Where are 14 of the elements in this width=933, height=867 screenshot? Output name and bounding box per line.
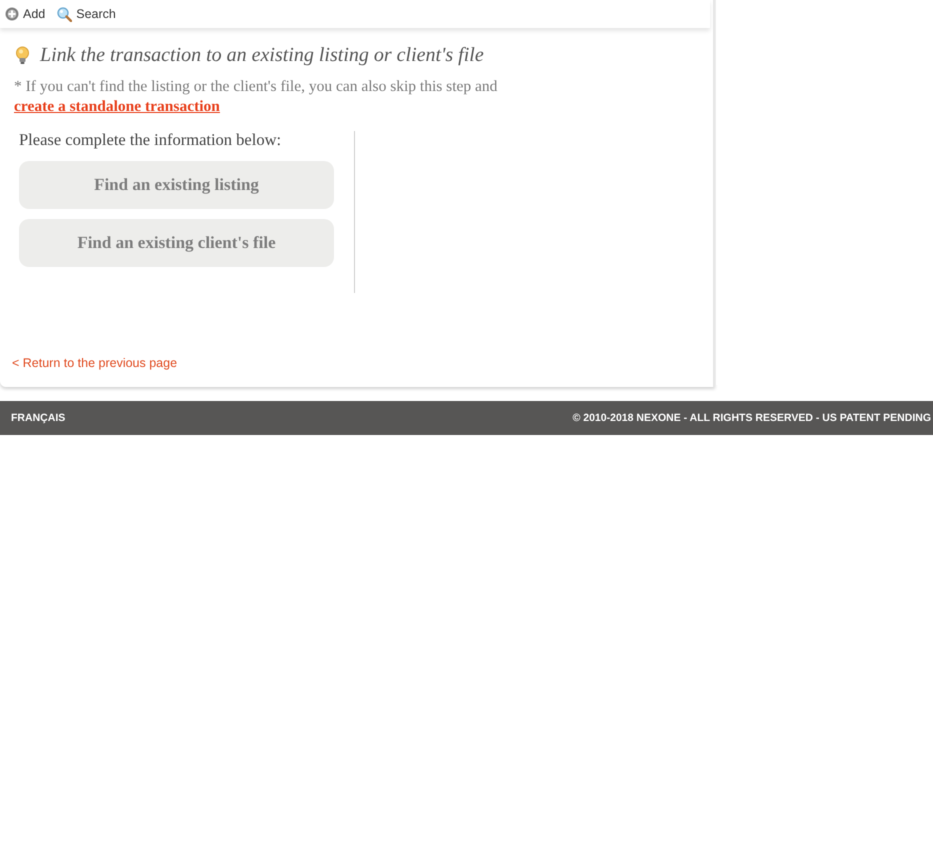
search-button[interactable]: Search bbox=[57, 6, 116, 22]
instruction-text: Please complete the information below: bbox=[19, 130, 282, 150]
page-heading: Link the transaction to an existing listing or client's file bbox=[40, 43, 484, 67]
lightbulb-icon bbox=[14, 46, 31, 64]
find-button[interactable]: Find an existing client's file bbox=[19, 219, 334, 267]
add-icon bbox=[5, 7, 19, 21]
return-link[interactable]: < Return to the previous page bbox=[12, 356, 178, 370]
find-button[interactable]: Find an existing listing bbox=[19, 161, 334, 209]
copyright-text: © 2010-2018 NEXONE - ALL RIGHTS RESERVED - US PATENT PENDING bbox=[572, 412, 931, 424]
add-button[interactable]: Add bbox=[5, 6, 46, 22]
note-text: * If you can't find the listing or the client's file, you can also skip this step and create a standalone transaction bbox=[13, 77, 498, 117]
language-link[interactable]: FRANÇAIS bbox=[11, 412, 66, 424]
standalone-transaction-link[interactable]: create a standalone transaction bbox=[14, 98, 220, 115]
search-icon bbox=[57, 6, 72, 22]
